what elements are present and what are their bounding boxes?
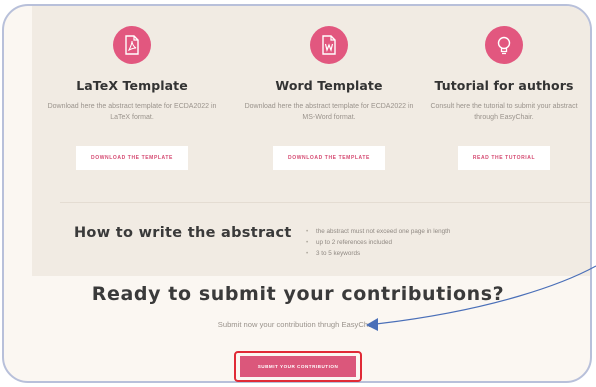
tutorial-card: Tutorial for authors Consult here the tu… xyxy=(414,6,590,170)
word-template-description: Download here the abstract template for … xyxy=(244,103,414,121)
abstract-rules-list: the abstract must not exceed one page in… xyxy=(304,226,450,259)
section-divider xyxy=(60,202,590,203)
pdf-file-icon xyxy=(113,26,151,64)
tutorial-title: Tutorial for authors xyxy=(434,78,574,93)
download-latex-template-button[interactable]: DOWNLOAD THE TEMPLATE xyxy=(76,146,188,170)
submit-heading: Ready to submit your contributions? xyxy=(91,283,505,305)
submit-contribution-button[interactable]: SUBMIT YOUR CONTRIBUTION xyxy=(240,356,356,377)
latex-template-title: LaTeX Template xyxy=(76,78,188,93)
list-item: 3 to 5 keywords xyxy=(304,248,450,259)
tutorial-description: Consult here the tutorial to submit your… xyxy=(430,103,578,121)
word-template-title: Word Template xyxy=(275,78,383,93)
word-template-card: Word Template Download here the abstract… xyxy=(239,6,419,170)
submit-highlight-box: SUBMIT YOUR CONTRIBUTION xyxy=(234,351,362,382)
download-word-template-button[interactable]: DOWNLOAD THE TEMPLATE xyxy=(273,146,385,170)
submit-text: Submit now your contribution thrugh Easy… xyxy=(217,320,379,329)
latex-template-description: Download here the abstract template for … xyxy=(47,103,217,121)
latex-template-card: LaTeX Template Download here the abstrac… xyxy=(42,6,222,170)
read-tutorial-button[interactable]: READ THE TUTORIAL xyxy=(457,146,551,170)
list-item: the abstract must not exceed one page in… xyxy=(304,226,450,237)
word-file-icon xyxy=(310,26,348,64)
lightbulb-icon xyxy=(485,26,523,64)
list-item: up to 2 references included xyxy=(304,237,450,248)
howto-title: How to write the abstract xyxy=(74,225,292,241)
